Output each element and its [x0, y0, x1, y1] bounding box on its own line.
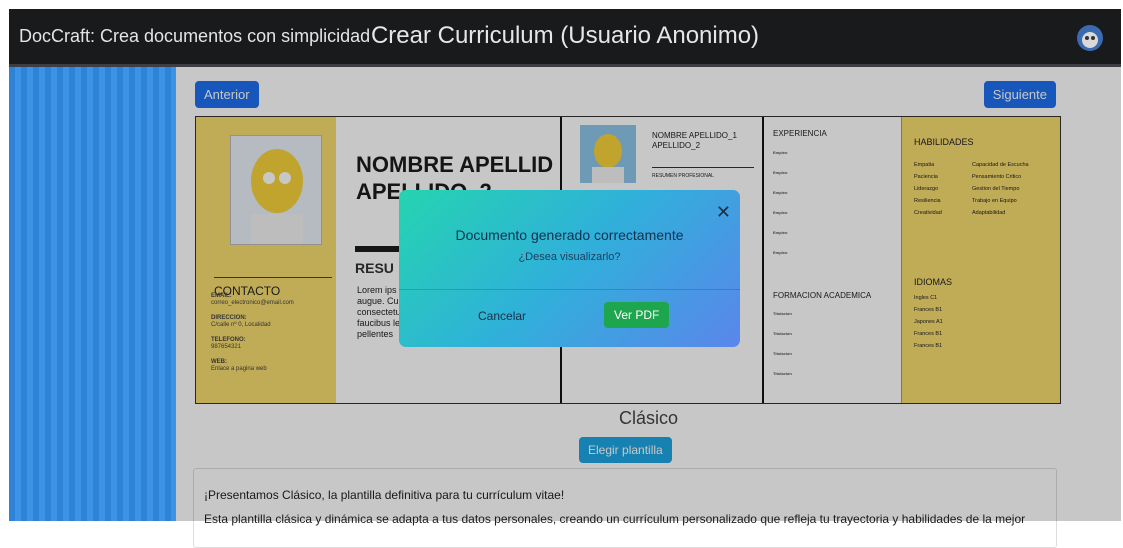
modal-title: Documento generado correctamente	[455, 227, 684, 243]
page-title: Crear Curriculum (Usuario Anonimo)	[370, 22, 760, 49]
cancel-button[interactable]: Cancelar	[478, 309, 526, 323]
modal-subtitle: ¿Desea visualizarlo?	[518, 251, 621, 263]
success-modal: ✕ Documento generado correctamente ¿Dese…	[399, 190, 740, 347]
close-icon[interactable]: ✕	[716, 202, 731, 223]
user-avatar[interactable]	[1077, 25, 1103, 51]
modal-divider	[399, 289, 740, 290]
view-pdf-button[interactable]: Ver PDF	[604, 302, 670, 328]
top-navbar: DocCraft: Crea documentos con simplicida…	[9, 9, 1121, 67]
sidebar	[9, 67, 176, 521]
